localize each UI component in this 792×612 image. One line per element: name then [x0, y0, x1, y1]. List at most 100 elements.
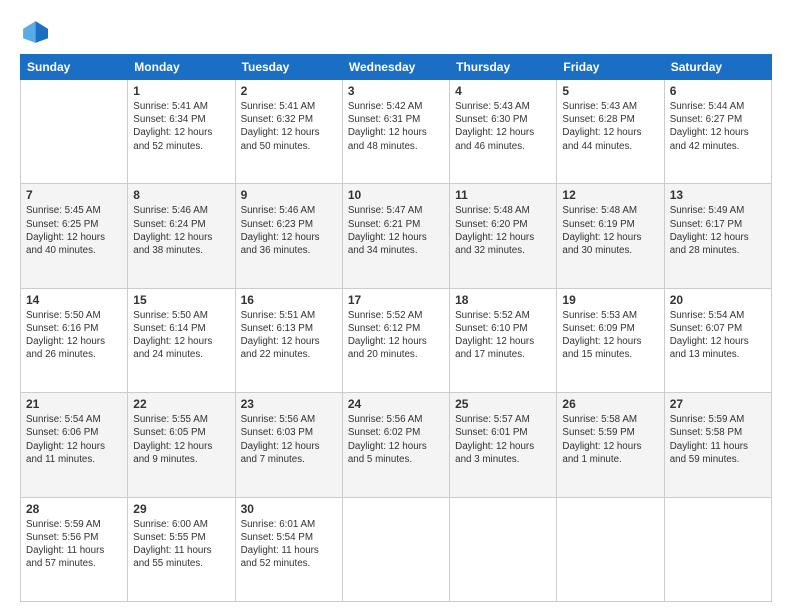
calendar-cell: 21 Sunrise: 5:54 AM Sunset: 6:06 PM Dayli… — [21, 393, 128, 497]
day-info: Sunrise: 5:48 AM Sunset: 6:19 PM Dayligh… — [562, 204, 658, 257]
logo — [20, 18, 52, 46]
week-row-3: 14 Sunrise: 5:50 AM Sunset: 6:16 PM Dayli… — [21, 288, 772, 392]
calendar-cell: 1 Sunrise: 5:41 AM Sunset: 6:34 PM Daylig… — [128, 80, 235, 184]
weekday-header-tuesday: Tuesday — [235, 55, 342, 80]
day-info: Sunrise: 5:50 AM Sunset: 6:16 PM Dayligh… — [26, 309, 122, 362]
day-number: 12 — [562, 188, 658, 202]
calendar-cell: 14 Sunrise: 5:50 AM Sunset: 6:16 PM Dayli… — [21, 288, 128, 392]
calendar-cell: 6 Sunrise: 5:44 AM Sunset: 6:27 PM Daylig… — [664, 80, 771, 184]
calendar-cell: 29Sunrise: 6:00 AM Sunset: 5:55 PM Dayli… — [128, 497, 235, 601]
day-number: 26 — [562, 397, 658, 411]
day-number: 14 — [26, 293, 122, 307]
day-info: Sunrise: 5:41 AM Sunset: 6:32 PM Dayligh… — [241, 100, 337, 153]
week-row-2: 7 Sunrise: 5:45 AM Sunset: 6:25 PM Daylig… — [21, 184, 772, 288]
week-row-4: 21 Sunrise: 5:54 AM Sunset: 6:06 PM Dayli… — [21, 393, 772, 497]
calendar-cell: 9 Sunrise: 5:46 AM Sunset: 6:23 PM Daylig… — [235, 184, 342, 288]
day-info: Sunrise: 5:54 AM Sunset: 6:06 PM Dayligh… — [26, 413, 122, 466]
header — [20, 18, 772, 46]
day-number: 21 — [26, 397, 122, 411]
calendar-cell: 10 Sunrise: 5:47 AM Sunset: 6:21 PM Dayli… — [342, 184, 449, 288]
day-number: 18 — [455, 293, 551, 307]
calendar-cell: 8 Sunrise: 5:46 AM Sunset: 6:24 PM Daylig… — [128, 184, 235, 288]
day-info: Sunrise: 5:57 AM Sunset: 6:01 PM Dayligh… — [455, 413, 551, 466]
day-number: 11 — [455, 188, 551, 202]
day-number: 28 — [26, 502, 122, 516]
day-number: 9 — [241, 188, 337, 202]
day-info: Sunrise: 5:53 AM Sunset: 6:09 PM Dayligh… — [562, 309, 658, 362]
day-number: 19 — [562, 293, 658, 307]
day-number: 6 — [670, 84, 766, 98]
day-info: Sunrise: 5:58 AM Sunset: 5:59 PM Dayligh… — [562, 413, 658, 466]
day-info: Sunrise: 5:50 AM Sunset: 6:14 PM Dayligh… — [133, 309, 229, 362]
calendar-cell: 22Sunrise: 5:55 AM Sunset: 6:05 PM Dayli… — [128, 393, 235, 497]
calendar-cell: 17 Sunrise: 5:52 AM Sunset: 6:12 PM Dayli… — [342, 288, 449, 392]
calendar-cell — [450, 497, 557, 601]
day-info: Sunrise: 5:42 AM Sunset: 6:31 PM Dayligh… — [348, 100, 444, 153]
day-info: Sunrise: 5:49 AM Sunset: 6:17 PM Dayligh… — [670, 204, 766, 257]
day-info: Sunrise: 5:52 AM Sunset: 6:10 PM Dayligh… — [455, 309, 551, 362]
calendar-cell: 7 Sunrise: 5:45 AM Sunset: 6:25 PM Daylig… — [21, 184, 128, 288]
day-number: 7 — [26, 188, 122, 202]
day-info: Sunrise: 5:44 AM Sunset: 6:27 PM Dayligh… — [670, 100, 766, 153]
calendar: SundayMondayTuesdayWednesdayThursdayFrid… — [20, 54, 772, 602]
logo-icon — [20, 18, 48, 46]
day-number: 27 — [670, 397, 766, 411]
day-number: 2 — [241, 84, 337, 98]
calendar-cell: 16Sunrise: 5:51 AM Sunset: 6:13 PM Dayli… — [235, 288, 342, 392]
calendar-cell: 12 Sunrise: 5:48 AM Sunset: 6:19 PM Dayli… — [557, 184, 664, 288]
day-info: Sunrise: 5:56 AM Sunset: 6:02 PM Dayligh… — [348, 413, 444, 466]
calendar-cell: 24Sunrise: 5:56 AM Sunset: 6:02 PM Dayli… — [342, 393, 449, 497]
calendar-cell: 26 Sunrise: 5:58 AM Sunset: 5:59 PM Dayli… — [557, 393, 664, 497]
day-number: 10 — [348, 188, 444, 202]
week-row-1: 1 Sunrise: 5:41 AM Sunset: 6:34 PM Daylig… — [21, 80, 772, 184]
day-info: Sunrise: 5:43 AM Sunset: 6:30 PM Dayligh… — [455, 100, 551, 153]
day-info: Sunrise: 5:51 AM Sunset: 6:13 PM Dayligh… — [241, 309, 337, 362]
day-info: Sunrise: 5:46 AM Sunset: 6:24 PM Dayligh… — [133, 204, 229, 257]
calendar-cell — [664, 497, 771, 601]
day-info: Sunrise: 5:56 AM Sunset: 6:03 PM Dayligh… — [241, 413, 337, 466]
day-info: Sunrise: 5:59 AM Sunset: 5:58 PM Dayligh… — [670, 413, 766, 466]
day-info: Sunrise: 5:47 AM Sunset: 6:21 PM Dayligh… — [348, 204, 444, 257]
day-info: Sunrise: 5:52 AM Sunset: 6:12 PM Dayligh… — [348, 309, 444, 362]
calendar-cell — [557, 497, 664, 601]
weekday-header-thursday: Thursday — [450, 55, 557, 80]
calendar-cell: 27 Sunrise: 5:59 AM Sunset: 5:58 PM Dayli… — [664, 393, 771, 497]
day-number: 20 — [670, 293, 766, 307]
day-info: Sunrise: 5:54 AM Sunset: 6:07 PM Dayligh… — [670, 309, 766, 362]
calendar-cell: 2 Sunrise: 5:41 AM Sunset: 6:32 PM Daylig… — [235, 80, 342, 184]
day-number: 30 — [241, 502, 337, 516]
day-info: Sunrise: 5:55 AM Sunset: 6:05 PM Dayligh… — [133, 413, 229, 466]
calendar-cell: 4 Sunrise: 5:43 AM Sunset: 6:30 PM Daylig… — [450, 80, 557, 184]
calendar-cell — [21, 80, 128, 184]
day-number: 5 — [562, 84, 658, 98]
calendar-cell: 13 Sunrise: 5:49 AM Sunset: 6:17 PM Dayli… — [664, 184, 771, 288]
calendar-cell: 20 Sunrise: 5:54 AM Sunset: 6:07 PM Dayli… — [664, 288, 771, 392]
day-info: Sunrise: 5:41 AM Sunset: 6:34 PM Dayligh… — [133, 100, 229, 153]
day-number: 15 — [133, 293, 229, 307]
day-number: 4 — [455, 84, 551, 98]
day-number: 23 — [241, 397, 337, 411]
weekday-header-wednesday: Wednesday — [342, 55, 449, 80]
day-info: Sunrise: 5:46 AM Sunset: 6:23 PM Dayligh… — [241, 204, 337, 257]
day-number: 3 — [348, 84, 444, 98]
calendar-cell: 11Sunrise: 5:48 AM Sunset: 6:20 PM Dayli… — [450, 184, 557, 288]
weekday-header-row: SundayMondayTuesdayWednesdayThursdayFrid… — [21, 55, 772, 80]
day-number: 13 — [670, 188, 766, 202]
day-number: 8 — [133, 188, 229, 202]
page: SundayMondayTuesdayWednesdayThursdayFrid… — [0, 0, 792, 612]
calendar-cell: 18 Sunrise: 5:52 AM Sunset: 6:10 PM Dayli… — [450, 288, 557, 392]
weekday-header-sunday: Sunday — [21, 55, 128, 80]
day-info: Sunrise: 5:43 AM Sunset: 6:28 PM Dayligh… — [562, 100, 658, 153]
calendar-cell — [342, 497, 449, 601]
calendar-cell: 28Sunrise: 5:59 AM Sunset: 5:56 PM Dayli… — [21, 497, 128, 601]
day-number: 29 — [133, 502, 229, 516]
day-number: 17 — [348, 293, 444, 307]
week-row-5: 28Sunrise: 5:59 AM Sunset: 5:56 PM Dayli… — [21, 497, 772, 601]
calendar-cell: 5 Sunrise: 5:43 AM Sunset: 6:28 PM Daylig… — [557, 80, 664, 184]
day-info: Sunrise: 5:45 AM Sunset: 6:25 PM Dayligh… — [26, 204, 122, 257]
weekday-header-monday: Monday — [128, 55, 235, 80]
calendar-cell: 19 Sunrise: 5:53 AM Sunset: 6:09 PM Dayli… — [557, 288, 664, 392]
calendar-cell: 23 Sunrise: 5:56 AM Sunset: 6:03 PM Dayli… — [235, 393, 342, 497]
weekday-header-friday: Friday — [557, 55, 664, 80]
day-number: 1 — [133, 84, 229, 98]
